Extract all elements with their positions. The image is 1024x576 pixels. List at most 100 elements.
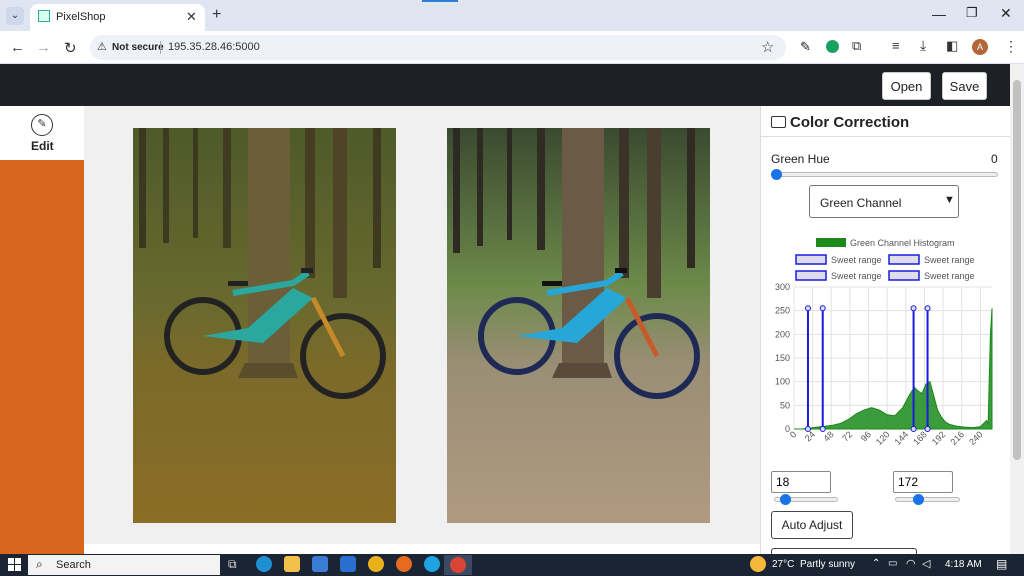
x-tick-label: 72 [840,429,854,443]
legend-swatch-sweet-range [888,254,920,265]
sweet-range-point [924,426,931,432]
channel-select[interactable]: Green Channel ▼ [809,185,959,218]
x-tick-label: 240 [967,429,985,447]
canvas-bottom-strip [84,544,760,554]
panel-title-divider [760,136,1010,137]
forward-icon[interactable]: → [36,39,51,56]
legend-swatch-sweet-range [888,270,920,281]
back-icon[interactable]: ← [10,39,25,56]
omnibox-divider [160,41,161,54]
green-hue-slider-thumb[interactable] [771,169,782,180]
bookmark-star-icon[interactable]: ☆ [761,38,774,56]
sweet-range-point [910,426,917,432]
auto-adjust-button[interactable]: Auto Adjust [771,511,853,539]
weather-text[interactable]: Partly sunny [800,559,855,570]
open-button[interactable]: Open [882,72,931,100]
chrome-icon[interactable] [368,556,384,572]
save-button[interactable]: Save [942,72,987,100]
high-range-input[interactable] [893,471,953,493]
url-text[interactable]: 195.35.28.46:5000 [168,41,260,53]
channel-select-value: Green Channel [820,196,902,210]
skype-icon[interactable] [424,556,440,572]
high-range-slider-thumb[interactable] [913,494,924,505]
legend-swatch-sweet-range [795,254,827,265]
green-hue-value: 0 [991,152,998,166]
pixelshop-favicon-icon [38,10,50,22]
legend-label-sweet-range: Sweet range [924,271,975,281]
windows-start-icon[interactable] [8,558,21,571]
warning-icon: ⚠ [97,41,107,53]
y-tick-label: 150 [775,353,790,363]
original-photo [133,128,396,523]
edge-icon[interactable] [256,556,272,572]
sweet-range-point [910,305,917,312]
tab-search-button[interactable]: ⌄ [6,7,24,25]
taskbar-search-box[interactable]: ⌕ Search [28,555,220,575]
restore-icon[interactable]: ❐ [966,5,978,21]
legend-label-sweet-range: Sweet range [831,255,882,265]
search-icon: ⌕ [36,557,43,571]
x-tick-label: 168 [911,429,929,447]
corrected-photo [447,128,710,523]
side-panel-icon[interactable]: ◧ [946,38,958,54]
chrome-active-icon[interactable] [444,555,472,575]
show-hidden-icons-icon[interactable]: ⌃ [872,558,880,569]
nav-edit-label: Edit [31,139,54,153]
file-explorer-icon[interactable] [284,556,300,572]
security-label[interactable]: Not secure [112,42,164,53]
close-window-icon[interactable]: ✕ [1000,5,1012,22]
browser-tab[interactable]: PixelShop ✕ [30,4,205,31]
sweet-range-point [924,305,931,312]
taskbar-search-label: Search [56,559,91,571]
green-extension-icon[interactable] [826,40,839,53]
task-view-icon[interactable]: ⧉ [228,557,237,572]
legend-swatch-sweet-range [795,270,827,281]
x-tick-label: 0 [788,429,799,440]
green-hue-slider-track[interactable] [776,172,998,177]
notifications-icon[interactable]: ▤ [996,557,1007,571]
sweet-range-point [819,426,826,432]
mail-icon[interactable] [340,556,356,572]
chrome-active-inner-icon [450,557,466,573]
high-range-slider-track[interactable] [895,497,960,502]
green-channel-histogram-chart: Green Channel Histogram Sweet range Sweet … [775,238,993,447]
clock-time[interactable]: 4:18 AM [945,559,982,570]
low-range-slider-thumb[interactable] [780,494,791,505]
page-scrollbar-thumb[interactable] [1013,80,1021,460]
x-tick-label: 96 [859,429,873,443]
sweet-range-point [804,305,811,312]
chevron-down-icon: ▼ [944,194,955,206]
eyedropper-extension-icon[interactable]: ✎ [800,39,811,55]
profile-avatar[interactable]: A [972,39,988,55]
legend-label-sweet-range: Sweet range [924,255,975,265]
download-icon[interactable]: ⤓ [920,37,926,54]
legend-swatch-histogram [816,238,846,247]
panel-title: Color Correction [790,114,910,131]
legend-label-histogram: Green Channel Histogram [850,238,955,248]
sweet-range-point [804,426,811,432]
volume-icon[interactable]: ◁ [922,557,930,570]
reload-icon[interactable]: ↻ [64,39,77,57]
firefox-icon[interactable] [396,556,412,572]
nav-item-edit[interactable]: ✎ Edit [0,106,84,160]
x-tick-label: 216 [948,429,966,447]
x-tick-label: 144 [893,429,911,447]
media-queue-icon[interactable]: ≡ [892,38,900,53]
x-tick-label: 192 [930,429,948,447]
extensions-puzzle-icon[interactable]: ⧉ [852,38,861,54]
sweet-range-point [819,305,826,312]
y-tick-label: 50 [780,400,790,410]
x-tick-label: 24 [803,429,817,443]
network-icon[interactable]: ▭ [888,558,897,569]
browser-menu-icon[interactable]: ⋮ [1004,38,1018,55]
y-tick-label: 250 [775,306,790,316]
minimize-icon[interactable]: — [932,6,946,22]
new-tab-icon[interactable]: + [212,6,221,24]
low-range-input[interactable] [771,471,831,493]
weather-icon [750,556,766,572]
tab-close-icon[interactable]: ✕ [186,9,197,25]
wifi-icon[interactable]: ◠ [906,557,916,570]
weather-temp[interactable]: 27°C [772,559,794,570]
image-icon [771,116,786,128]
store-icon[interactable] [312,556,328,572]
